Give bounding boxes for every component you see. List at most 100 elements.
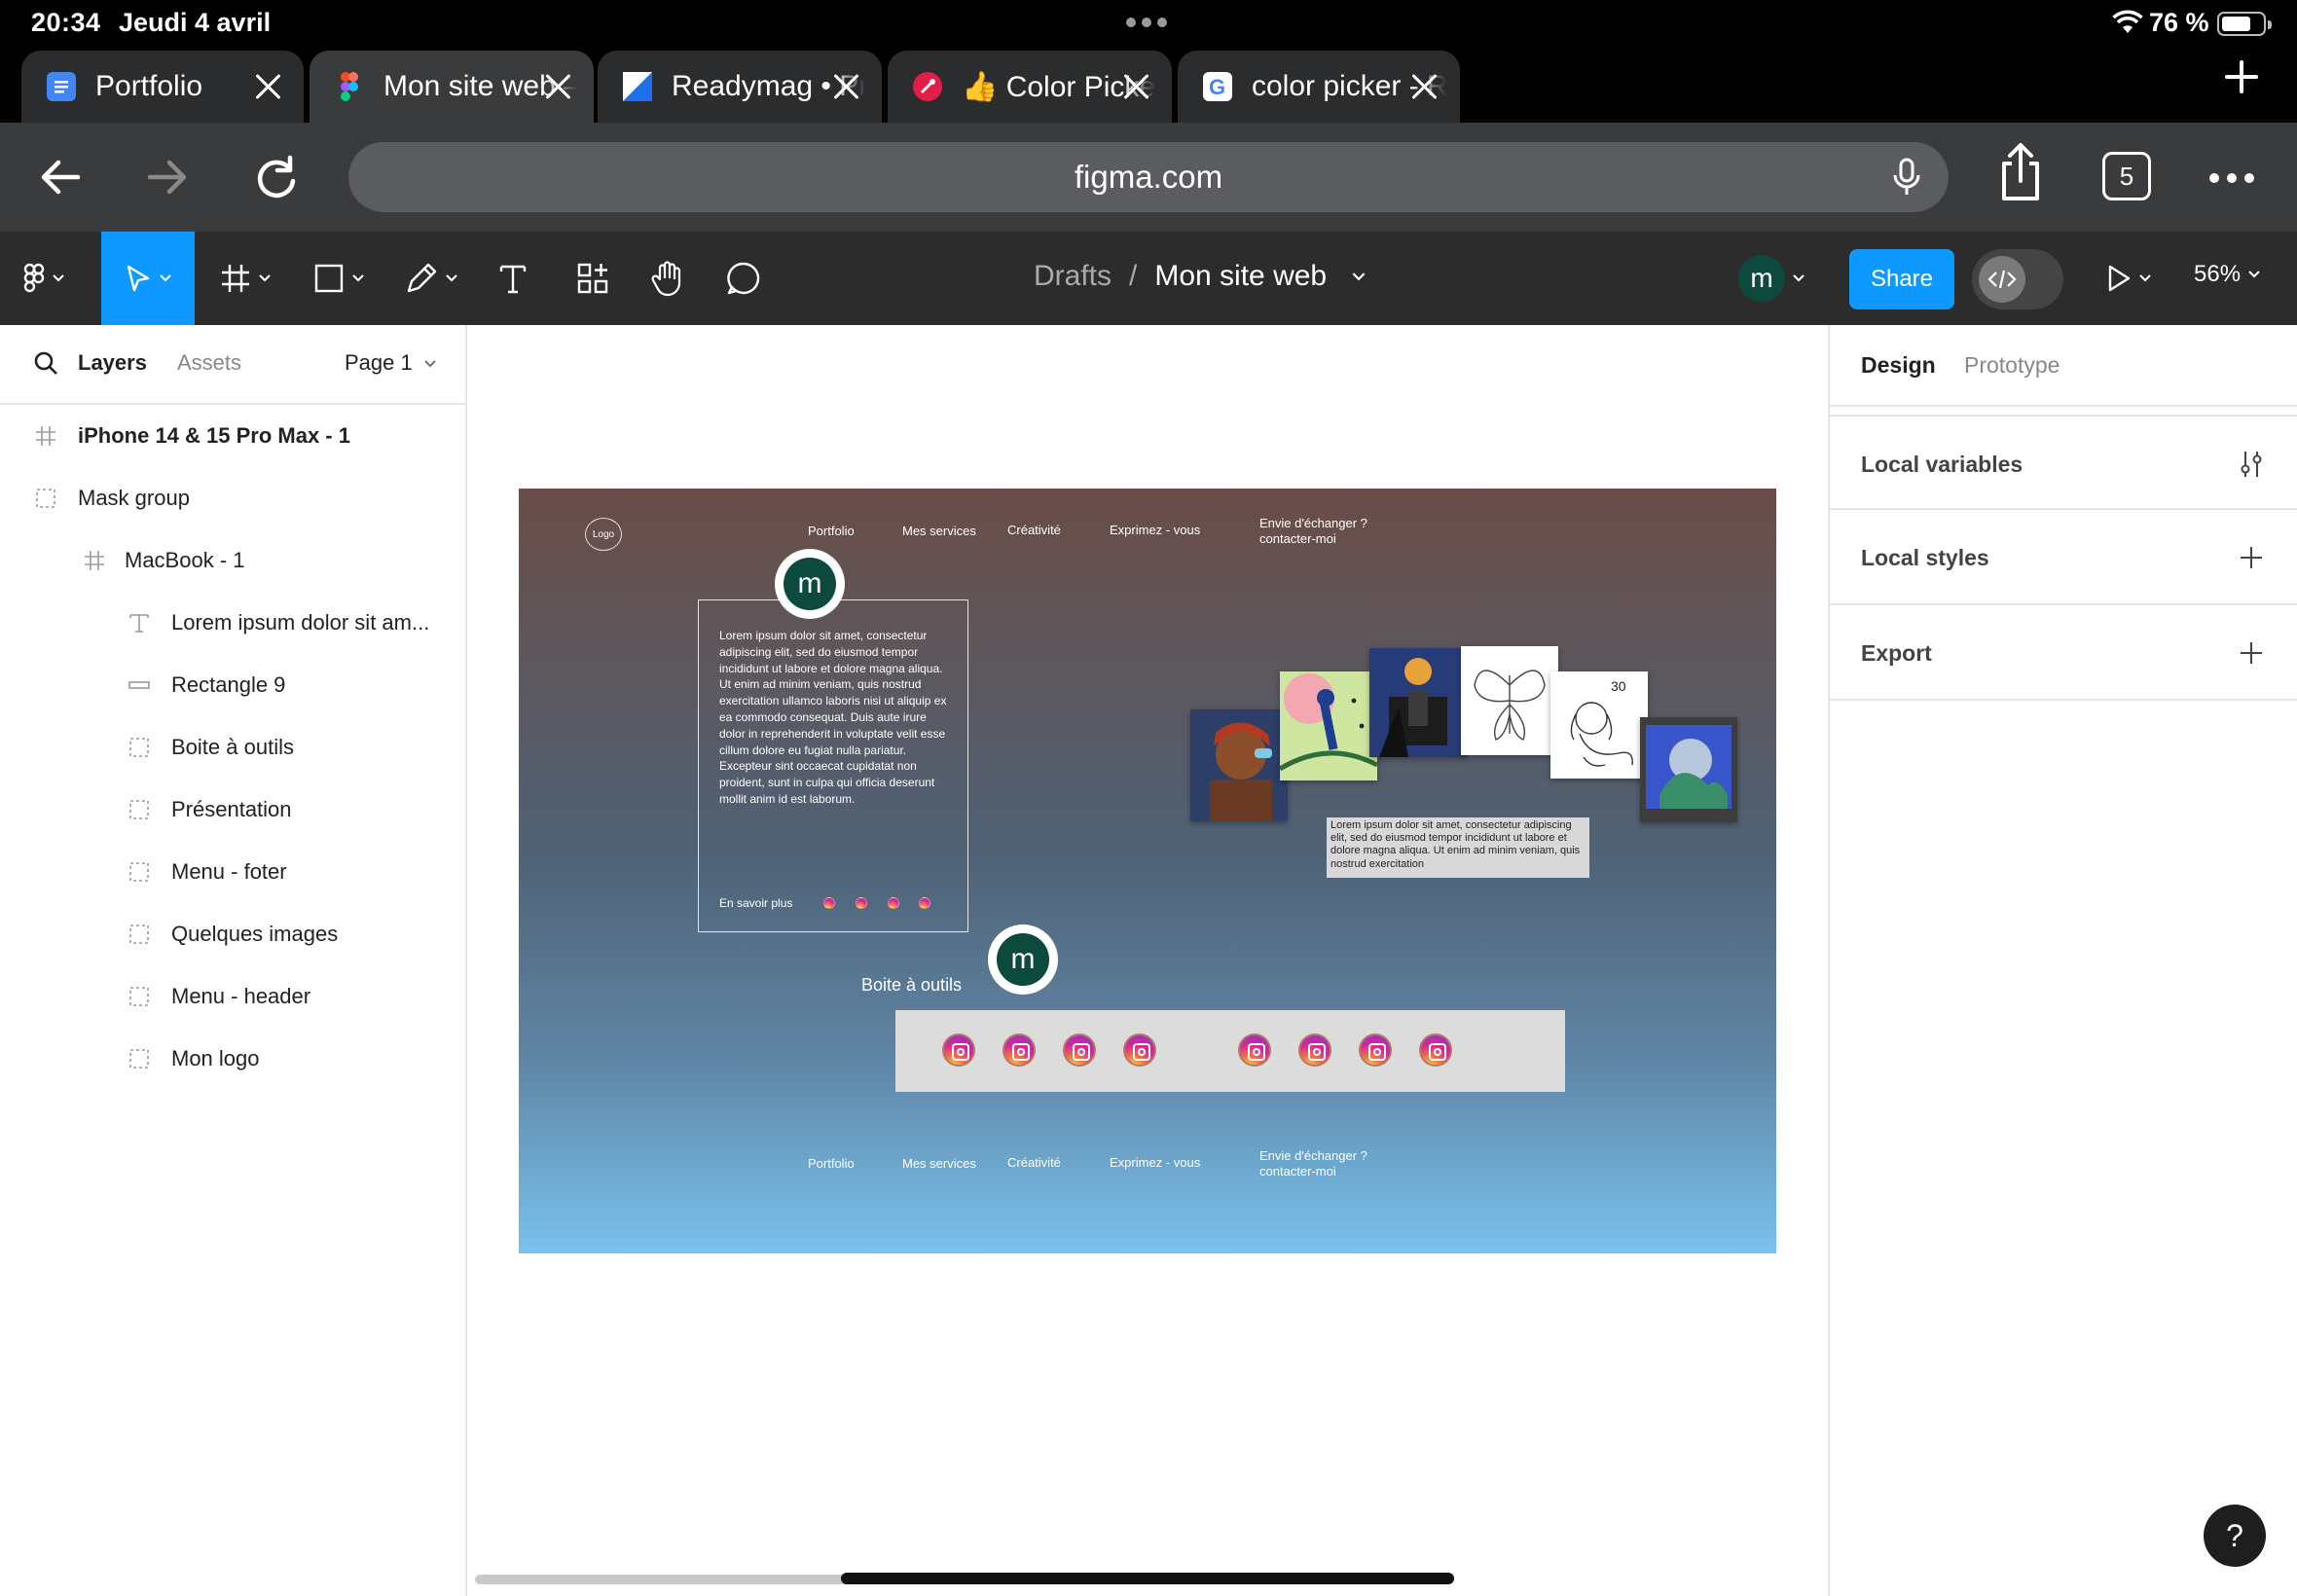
- main-menu-button[interactable]: [23, 232, 64, 325]
- help-button[interactable]: ?: [2204, 1505, 2266, 1567]
- share-icon[interactable]: [1995, 142, 2046, 202]
- header-nav-contact[interactable]: Envie d'échanger ? contacter-moi: [1259, 516, 1367, 547]
- variables-settings-icon[interactable]: [2239, 450, 2264, 479]
- toolbox-title[interactable]: Boite à outils: [861, 975, 962, 996]
- layer-row[interactable]: Menu - foter: [0, 841, 465, 903]
- moon-artwork-image[interactable]: [1640, 717, 1737, 822]
- instagram-icon[interactable]: [1298, 1034, 1331, 1067]
- layer-row[interactable]: Présentation: [0, 779, 465, 841]
- share-button[interactable]: Share: [1849, 249, 1954, 309]
- microphone-artwork-image[interactable]: [1280, 671, 1377, 780]
- tab-design[interactable]: Design: [1861, 352, 1936, 379]
- comment-avatar[interactable]: m: [775, 549, 845, 619]
- tab-prototype[interactable]: Prototype: [1964, 352, 2060, 379]
- resources-tool[interactable]: [576, 232, 609, 325]
- tab-assets[interactable]: Assets: [177, 350, 241, 376]
- footer-nav-contact[interactable]: Envie d'échanger ? contacter-moi: [1259, 1148, 1367, 1179]
- close-tab-icon[interactable]: [1407, 70, 1440, 103]
- macbook-frame[interactable]: Logo Portfolio Mes services Créativité E…: [519, 489, 1776, 1253]
- header-nav-exprimez[interactable]: Exprimez - vous: [1110, 523, 1200, 538]
- url-field[interactable]: figma.com: [348, 142, 1949, 212]
- text-tool[interactable]: [498, 232, 528, 325]
- local-variables-row[interactable]: Local variables: [1830, 415, 2297, 510]
- instagram-icon[interactable]: [888, 897, 899, 909]
- instagram-icon[interactable]: [1238, 1034, 1271, 1067]
- comment-tool[interactable]: [726, 232, 761, 325]
- local-styles-row[interactable]: Local styles: [1830, 510, 2297, 605]
- instagram-icon[interactable]: [1123, 1034, 1156, 1067]
- instagram-icon[interactable]: [856, 897, 867, 909]
- breadcrumb-folder[interactable]: Drafts: [1034, 260, 1112, 293]
- dev-mode-toggle[interactable]: [1972, 249, 2063, 309]
- forward-arrow-icon[interactable]: [142, 152, 193, 202]
- layer-row[interactable]: Lorem ipsum dolor sit am...: [0, 592, 465, 654]
- footer-nav-portfolio[interactable]: Portfolio: [808, 1156, 855, 1172]
- comment-avatar[interactable]: m: [988, 925, 1058, 995]
- tab-layers[interactable]: Layers: [78, 350, 147, 376]
- file-breadcrumb[interactable]: Drafts / Mon site web: [1034, 260, 1366, 293]
- layer-row[interactable]: Mon logo: [0, 1028, 465, 1090]
- instagram-icon[interactable]: [919, 897, 930, 909]
- read-more-link[interactable]: En savoir plus: [719, 896, 792, 910]
- site-logo[interactable]: Logo: [585, 518, 622, 551]
- instagram-icon[interactable]: [1359, 1034, 1392, 1067]
- close-tab-icon[interactable]: [541, 70, 574, 103]
- instagram-icon[interactable]: [823, 897, 835, 909]
- portrait-artwork-image[interactable]: [1190, 709, 1288, 821]
- instagram-icon[interactable]: [1063, 1034, 1096, 1067]
- export-row[interactable]: Export: [1830, 605, 2297, 701]
- browser-tab-readymag[interactable]: Readymag • Projet • Mon: [598, 51, 882, 123]
- search-icon[interactable]: [33, 350, 58, 376]
- layer-row[interactable]: Boite à outils: [0, 716, 465, 779]
- zoom-menu[interactable]: 56%: [2194, 261, 2260, 288]
- shape-tool[interactable]: [313, 232, 364, 325]
- add-export-plus-icon[interactable]: [2241, 642, 2262, 664]
- add-style-plus-icon[interactable]: [2241, 547, 2262, 568]
- toolbox-bar[interactable]: [895, 1010, 1565, 1092]
- reload-icon[interactable]: [251, 152, 302, 202]
- multitasking-dots-icon[interactable]: [1126, 18, 1167, 27]
- footer-nav-creativite[interactable]: Créativité: [1007, 1155, 1061, 1171]
- night-scene-artwork-image[interactable]: [1369, 648, 1467, 757]
- instagram-icon[interactable]: [1419, 1034, 1452, 1067]
- presentation-box[interactable]: Lorem ipsum dolor sit amet, consectetur …: [698, 599, 968, 932]
- browser-tab-figma[interactable]: Mon site web – Figma: [310, 51, 594, 123]
- chevron-down-icon[interactable]: [1352, 272, 1366, 281]
- footer-nav-exprimez[interactable]: Exprimez - vous: [1110, 1155, 1200, 1171]
- dog-sketch-image[interactable]: 30: [1550, 671, 1648, 779]
- frame-tool[interactable]: [220, 232, 271, 325]
- header-nav-creativite[interactable]: Créativité: [1007, 523, 1061, 538]
- present-button[interactable]: [2106, 232, 2151, 325]
- instagram-icon[interactable]: [942, 1034, 975, 1067]
- layer-row[interactable]: MacBook - 1: [0, 529, 465, 592]
- layer-row[interactable]: Menu - header: [0, 965, 465, 1028]
- canvas[interactable]: Logo Portfolio Mes services Créativité E…: [467, 325, 1828, 1596]
- layer-row[interactable]: iPhone 14 & 15 Pro Max - 1: [0, 405, 465, 467]
- move-tool[interactable]: [101, 232, 195, 325]
- browser-tab-google[interactable]: G color picker - Recherche: [1178, 51, 1460, 123]
- footer-nav-services[interactable]: Mes services: [902, 1156, 976, 1172]
- browser-tab-color-picker[interactable]: 👍 Color Picker online |: [888, 51, 1172, 123]
- close-tab-icon[interactable]: [829, 70, 862, 103]
- header-nav-services[interactable]: Mes services: [902, 524, 976, 539]
- back-arrow-icon[interactable]: [35, 152, 86, 202]
- layer-row[interactable]: Quelques images: [0, 903, 465, 965]
- browser-tab-portfolio[interactable]: Portfolio: [21, 51, 304, 123]
- close-tab-icon[interactable]: [1119, 70, 1152, 103]
- more-options-icon[interactable]: [2209, 173, 2254, 183]
- layer-row[interactable]: Rectangle 9: [0, 654, 465, 716]
- microphone-icon[interactable]: [1892, 158, 1921, 197]
- breadcrumb-file-name[interactable]: Mon site web: [1154, 260, 1327, 293]
- multiplayer-avatar[interactable]: m: [1738, 232, 1805, 325]
- instagram-icon[interactable]: [1003, 1034, 1036, 1067]
- layer-row[interactable]: Mask group: [0, 467, 465, 529]
- page-selector[interactable]: Page 1: [345, 350, 436, 376]
- home-indicator[interactable]: [841, 1573, 1454, 1584]
- close-tab-icon[interactable]: [251, 70, 284, 103]
- tab-count-button[interactable]: 5: [2102, 152, 2151, 200]
- pen-tool[interactable]: [405, 232, 457, 325]
- header-nav-portfolio[interactable]: Portfolio: [808, 524, 855, 539]
- hand-tool[interactable]: [650, 232, 685, 325]
- image-caption[interactable]: Lorem ipsum dolor sit amet, consectetur …: [1327, 817, 1589, 878]
- butterfly-sketch-image[interactable]: [1461, 646, 1558, 755]
